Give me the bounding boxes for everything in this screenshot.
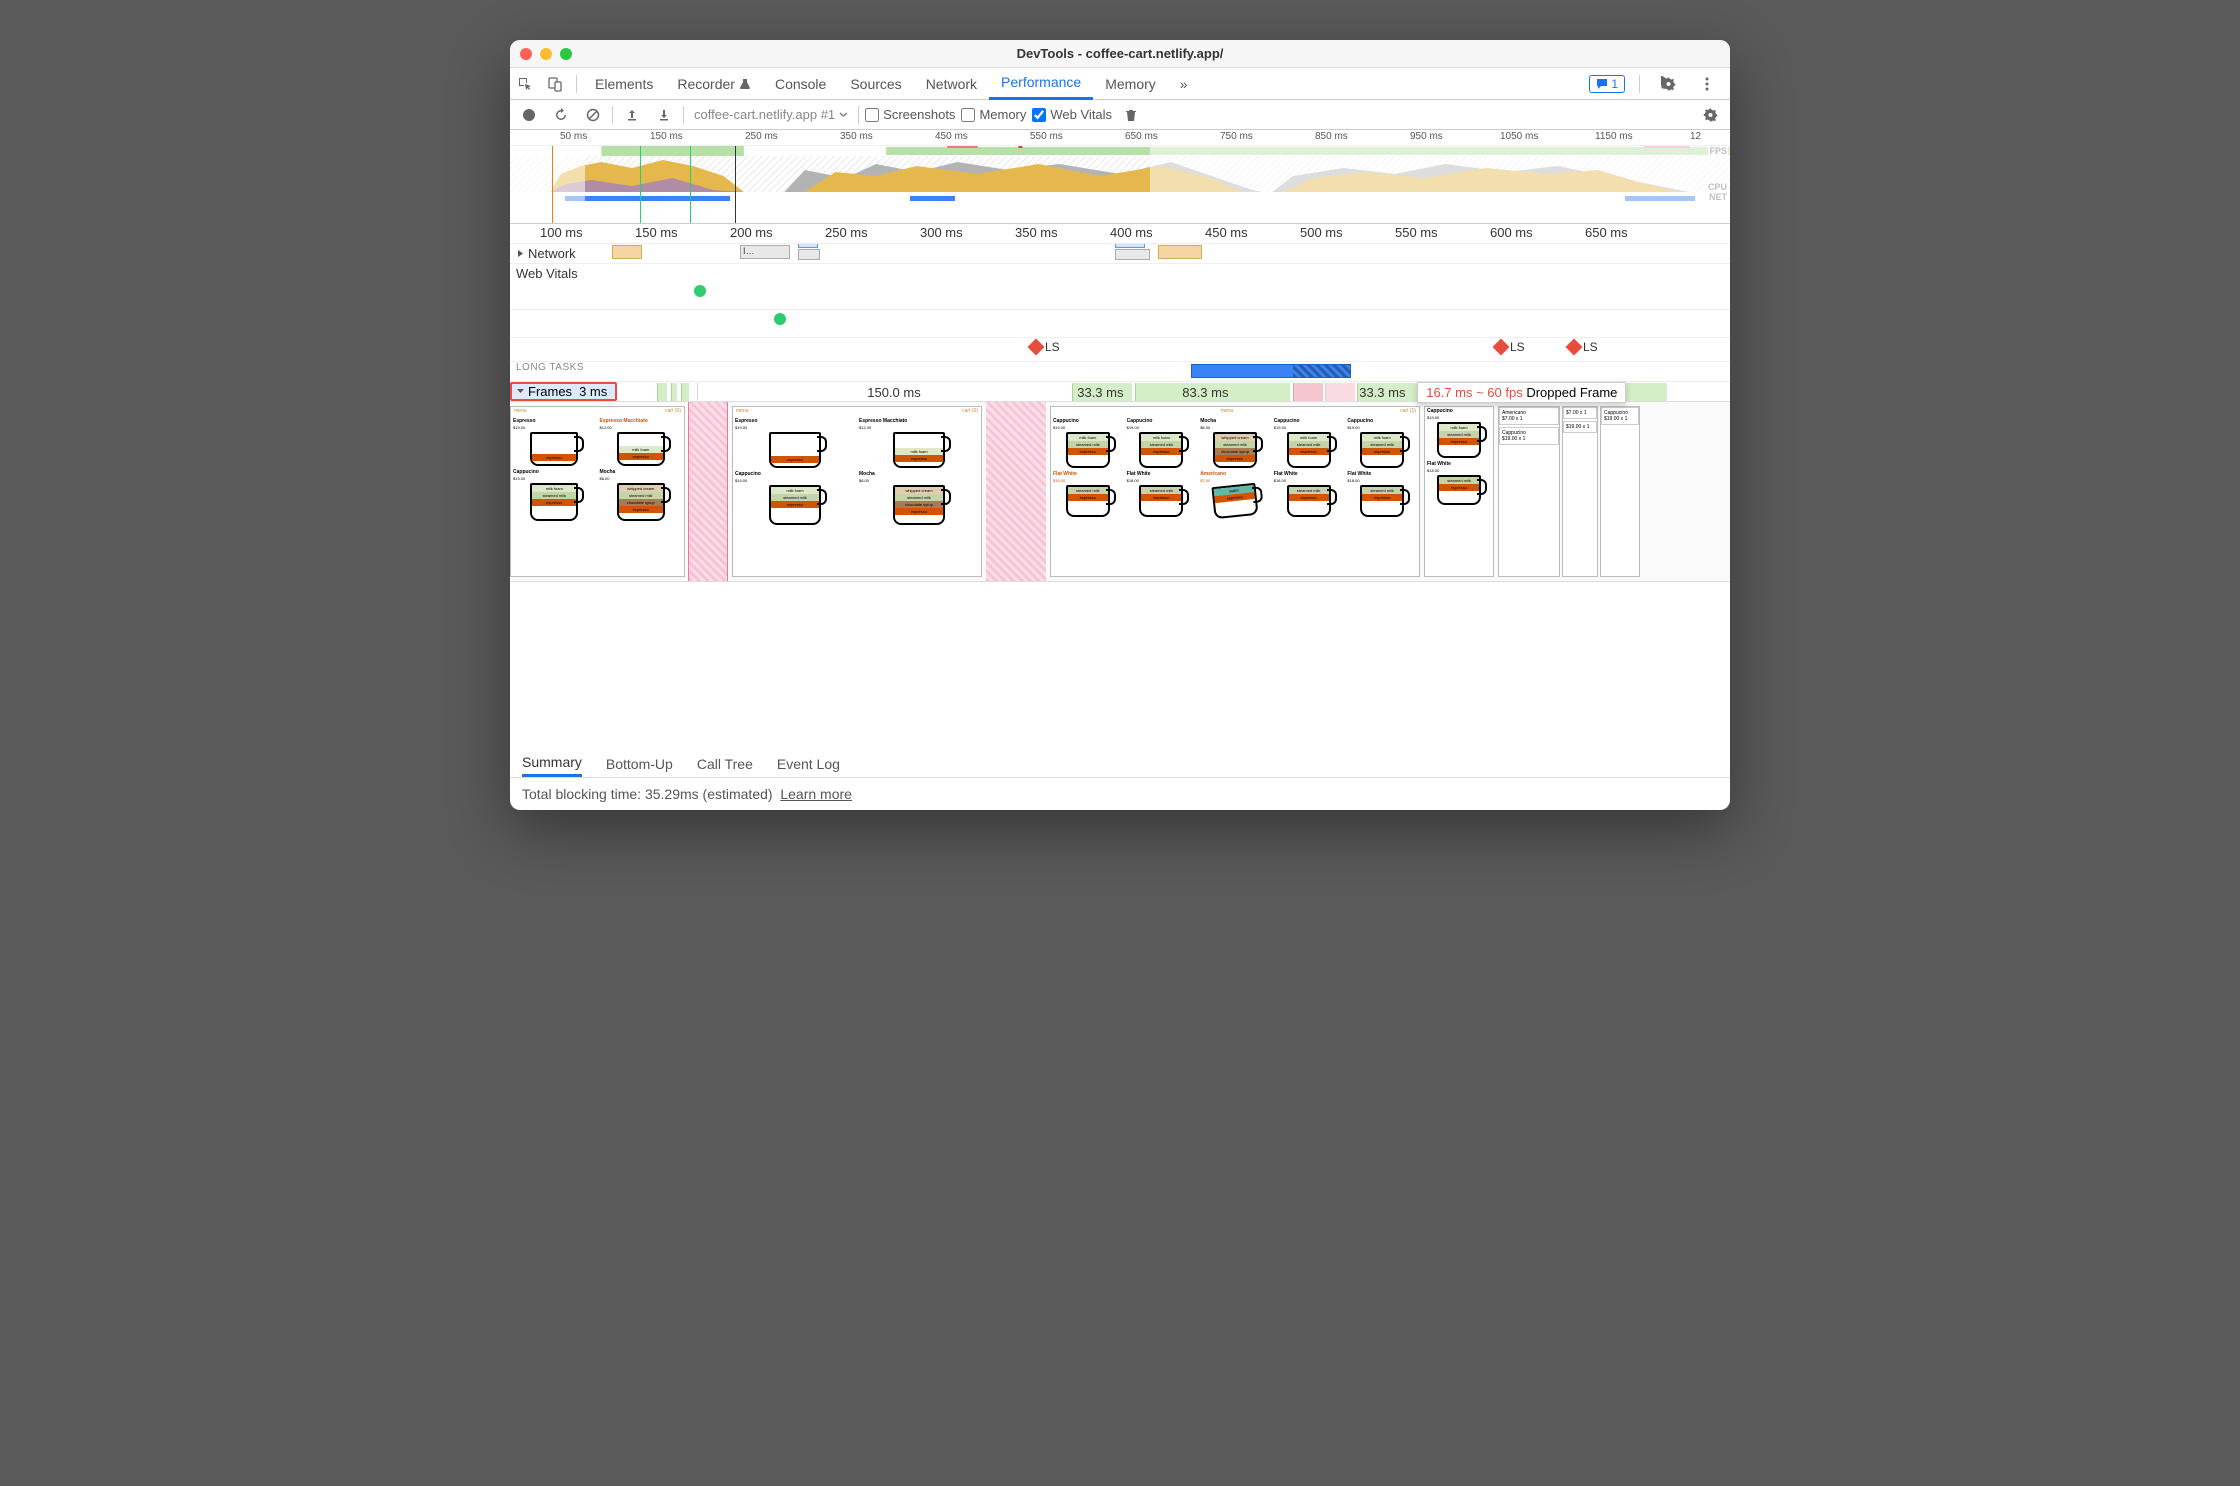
frames-track-header[interactable]: Frames 3 ms 150.0 ms 33.3 ms 83.3 ms 33.…	[510, 382, 1730, 402]
details-tab-bottomup[interactable]: Bottom-Up	[606, 752, 673, 776]
overview-ruler: 50 ms 150 ms 250 ms 350 ms 450 ms 550 ms…	[510, 130, 1730, 146]
recording-select[interactable]: coffee-cart.netlify.app #1	[690, 107, 852, 122]
issues-badge[interactable]: 1	[1589, 75, 1625, 93]
more-tabs-button[interactable]: »	[1168, 68, 1200, 100]
memory-checkbox[interactable]: Memory	[961, 107, 1026, 122]
reload-record-button[interactable]	[548, 102, 574, 128]
download-icon[interactable]	[651, 102, 677, 128]
details-summary-body: Total blocking time: 35.29ms (estimated)…	[510, 778, 1730, 810]
capture-settings-gear-icon[interactable]	[1698, 102, 1724, 128]
overview-pane[interactable]: 50 ms 150 ms 250 ms 350 ms 450 ms 550 ms…	[510, 130, 1730, 224]
web-vitals-lane-2[interactable]	[510, 310, 1730, 338]
devtools-window: DevTools - coffee-cart.netlify.app/ Elem…	[510, 40, 1730, 810]
frame-tooltip: 16.7 ms ~ 60 fps Dropped Frame	[1417, 382, 1626, 403]
message-icon	[1596, 78, 1608, 90]
window-title: DevTools - coffee-cart.netlify.app/	[510, 46, 1730, 61]
web-vitals-lane-1[interactable]	[510, 282, 1730, 310]
frames-filmstrip[interactable]: menucart (0) Espresso$19.00 espresso Esp…	[510, 402, 1730, 582]
gear-icon[interactable]	[1654, 68, 1684, 100]
tab-elements[interactable]: Elements	[583, 68, 665, 100]
tbt-value: 35.29ms (estimated)	[645, 786, 773, 802]
clear-button[interactable]	[580, 102, 606, 128]
long-tasks-track[interactable]: LONG TASKS	[510, 362, 1730, 382]
details-tab-calltree[interactable]: Call Tree	[697, 752, 753, 776]
trash-icon[interactable]	[1118, 102, 1144, 128]
network-track-header: Network	[510, 244, 610, 263]
device-icon[interactable]	[540, 68, 570, 100]
perf-toolbar: coffee-cart.netlify.app #1 Screenshots M…	[510, 100, 1730, 130]
tbt-label: Total blocking time:	[522, 786, 641, 802]
flamechart-ruler[interactable]: 100 ms 150 ms 200 ms 250 ms 300 ms 350 m…	[510, 224, 1730, 244]
frames-expand-toggle[interactable]: Frames 3 ms	[510, 382, 617, 401]
tab-memory[interactable]: Memory	[1093, 68, 1168, 100]
tracks-pane[interactable]: Network I… Web Vitals LS LS	[510, 244, 1730, 750]
record-button[interactable]	[516, 102, 542, 128]
screenshots-checkbox[interactable]: Screenshots	[865, 107, 955, 122]
tab-performance[interactable]: Performance	[989, 68, 1093, 100]
expand-right-icon	[516, 249, 525, 258]
webvitals-checkbox[interactable]: Web Vitals	[1032, 107, 1112, 122]
details-tab-summary[interactable]: Summary	[522, 750, 582, 777]
web-vitals-ls-lane[interactable]: LS LS LS	[510, 338, 1730, 362]
learn-more-link[interactable]: Learn more	[780, 786, 852, 802]
kebab-icon[interactable]	[1692, 68, 1722, 100]
flask-icon	[739, 78, 751, 90]
details-tabs: Summary Bottom-Up Call Tree Event Log	[510, 750, 1730, 778]
upload-icon[interactable]	[619, 102, 645, 128]
chevron-down-icon	[839, 110, 848, 119]
chevron-down-icon	[516, 387, 525, 396]
tab-recorder[interactable]: Recorder	[665, 68, 763, 100]
panel-tabbar: Elements Recorder Console Sources Networ…	[510, 68, 1730, 100]
inspect-icon[interactable]	[510, 68, 540, 100]
network-track[interactable]: Network I…	[510, 244, 1730, 264]
tab-sources[interactable]: Sources	[838, 68, 913, 100]
tab-console[interactable]: Console	[763, 68, 838, 100]
details-tab-eventlog[interactable]: Event Log	[777, 752, 840, 776]
titlebar: DevTools - coffee-cart.netlify.app/	[510, 40, 1730, 68]
web-vitals-header: Web Vitals	[510, 264, 1730, 282]
long-tasks-label: LONG TASKS	[510, 362, 584, 381]
tab-network[interactable]: Network	[914, 68, 989, 100]
